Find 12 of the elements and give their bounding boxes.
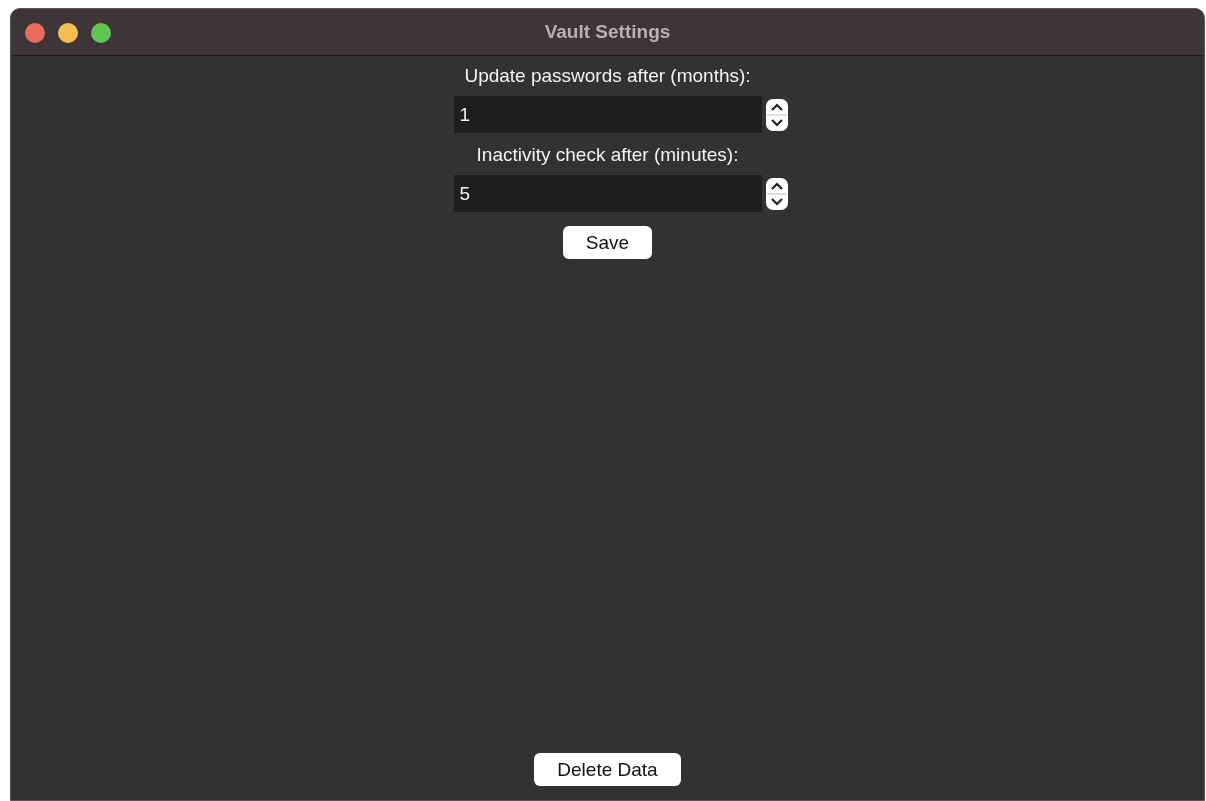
number-field[interactable]: 5 (453, 175, 762, 212)
stepper-icon[interactable] (764, 176, 789, 211)
close-button[interactable] (25, 23, 45, 43)
field-label: Inactivity check after (minutes): (476, 143, 739, 167)
number-field[interactable]: 1 (453, 96, 762, 133)
save-button[interactable]: Save (562, 226, 653, 259)
zoom-button[interactable] (91, 23, 111, 43)
window-title: Vault Settings (544, 21, 671, 43)
field-label: Update passwords after (months): (464, 64, 751, 88)
minimize-button[interactable] (58, 23, 78, 43)
delete-data-button[interactable]: Delete Data (534, 753, 681, 786)
stepper-icon[interactable] (764, 97, 789, 132)
